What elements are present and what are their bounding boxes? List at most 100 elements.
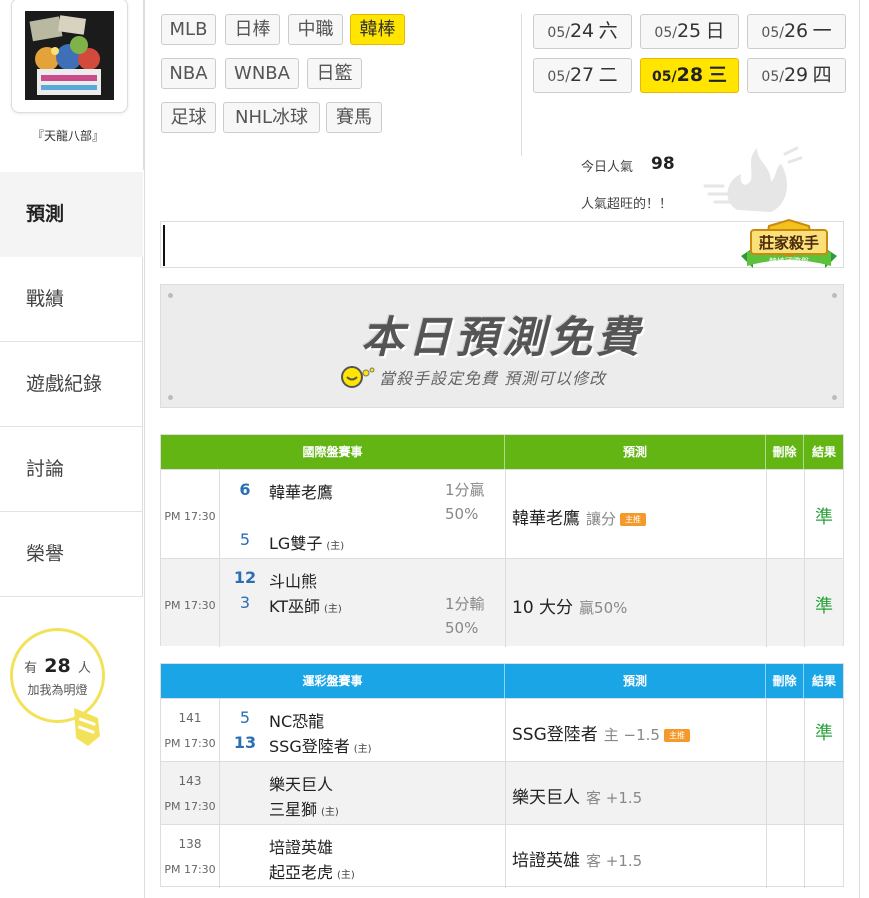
sidebar-item-record[interactable]: 戰績 (0, 257, 143, 342)
sport-tag-mlb[interactable]: MLB (161, 14, 216, 45)
table-row: PM 17:30 6 韓華老鷹 5 LG雙子 (主) 1分贏 50% 韓華老鷹 讓分… (161, 469, 843, 559)
date-button[interactable]: 05/27 二 (533, 58, 632, 93)
avatar-frame[interactable] (11, 0, 128, 113)
away-score: 5 (239, 708, 251, 727)
follow-light-label: 加我為明燈 (27, 683, 88, 697)
game-time: PM 17:30 (164, 863, 216, 876)
sport-tag-horse[interactable]: 賽馬 (326, 102, 382, 133)
light-count: 28 (44, 655, 71, 677)
header-event: 國際盤賽事 (161, 435, 505, 469)
away-team: 培證英雄 (269, 838, 334, 857)
sport-tag-jbl[interactable]: 日籃 (307, 58, 362, 89)
table-header: 運彩盤賽事 預測 刪除 結果 (161, 664, 843, 698)
rivet (832, 395, 837, 400)
date-button[interactable]: 05/25 日 (640, 14, 739, 49)
home-score: 13 (233, 733, 257, 752)
home-team: SSG登陸者 (主) (269, 737, 372, 756)
date-button[interactable]: 05/29 四 (747, 58, 846, 93)
rivet (168, 293, 173, 298)
divider (521, 14, 522, 156)
home-team: KT巫師 (主) (269, 597, 342, 616)
sidebar: 『天龍八部』 預測 戰績 遊戲紀錄 討論 榮譽 有 28 人 加我為明燈 (0, 0, 144, 898)
away-score: 6 (239, 480, 251, 499)
sport-tag-kbo[interactable]: 韓棒 (350, 14, 405, 45)
main-pick-badge: 主推 (663, 728, 690, 742)
away-team: 韓華老鷹 (269, 483, 334, 502)
profile-panel: 『天龍八部』 (0, 0, 144, 170)
game-time: PM 17:30 (164, 510, 216, 523)
game-time: PM 17:30 (164, 599, 216, 612)
rivet (832, 293, 837, 298)
popularity-status: 人氣超旺的！！ (581, 197, 673, 212)
sidebar-item-discussion[interactable]: 討論 (0, 427, 143, 512)
game-number: 143 (178, 774, 202, 788)
table-row: 138 PM 17:30 培證英雄 起亞老虎 (主) 培證英雄客 +1.5 (161, 824, 843, 888)
date-button[interactable]: 05/24 六 (533, 14, 632, 49)
home-team: 起亞老虎 (主) (269, 863, 355, 882)
header-delete: 刪除 (766, 664, 804, 698)
home-team: LG雙子 (主) (269, 534, 345, 553)
sidebar-item-honor[interactable]: 榮譽 (0, 512, 143, 597)
light-prefix: 有 (24, 661, 38, 676)
result-badge: 準 (815, 596, 833, 617)
result-badge: 準 (815, 723, 833, 744)
free-prediction-banner: 本日預測免費 當殺手設定免費 預測可以修改 (160, 284, 844, 408)
game-number: 138 (178, 837, 202, 851)
speech-bubble-icon (341, 365, 377, 389)
line-result: 1分贏 (445, 481, 485, 499)
table-row: 141 PM 17:30 5 NC恐龍 13 SSG登陸者 (主) SSG登陸者主… (161, 698, 843, 762)
line-percent: 50% (445, 619, 479, 637)
popularity-value: 98 (651, 154, 675, 174)
table-row: 143 PM 17:30 樂天巨人 三星獅 (主) 樂天巨人客 +1.5 (161, 761, 843, 825)
sidebar-item-game-log[interactable]: 遊戲紀錄 (0, 342, 143, 427)
header-result: 結果 (811, 674, 836, 688)
sport-tag-wnba[interactable]: WNBA (225, 58, 299, 89)
line-percent: 50% (445, 505, 479, 523)
text-cursor (163, 225, 165, 266)
line-result: 1分輸 (445, 595, 485, 613)
date-button-selected[interactable]: 05/28 三 (640, 58, 739, 93)
avatar[interactable] (25, 11, 114, 100)
main-panel: MLB 日棒 中職 韓棒 NBA WNBA 日籃 足球 NHL冰球 賽馬 05/… (144, 0, 860, 898)
sidebar-item-predict[interactable]: 預測 (0, 172, 143, 257)
pick: 培證英雄客 +1.5 (512, 851, 643, 871)
sport-tag-cpbl[interactable]: 中職 (288, 14, 343, 45)
away-team: 斗山熊 (269, 572, 318, 591)
bulb-icon (70, 706, 104, 750)
game-number: 141 (178, 711, 202, 725)
home-score: 3 (239, 593, 251, 612)
away-team: 樂天巨人 (269, 775, 334, 794)
sport-tag-nhl[interactable]: NHL冰球 (223, 102, 320, 133)
intl-odds-table: 國際盤賽事 預測 刪除 結果 PM 17:30 6 韓華老鷹 5 LG雙子 (主)… (160, 434, 844, 647)
pick: 韓華老鷹 讓分 主推 (512, 504, 647, 529)
sport-tag-nba[interactable]: NBA (161, 58, 216, 89)
badge-title: 莊家殺手 (759, 234, 819, 252)
game-time: PM 17:30 (164, 737, 216, 750)
header-delete: 刪除 (766, 435, 804, 469)
away-team: NC恐龍 (269, 712, 325, 731)
badge-subtitle: 韓棒國際盤 (769, 256, 809, 266)
home-score: 5 (239, 530, 251, 549)
popularity-flame-icon (701, 140, 811, 220)
free-banner-title: 本日預測免費 (361, 313, 643, 363)
popularity-label: 今日人氣 (581, 160, 634, 175)
rivet (168, 395, 173, 400)
table-row: PM 17:30 12 斗山熊 3 KT巫師 (主) 1分輸 50% 10 大分贏… (161, 558, 843, 647)
user-name[interactable]: 『天龍八部』 (0, 127, 136, 144)
pick: 樂天巨人客 +1.5 (512, 788, 643, 808)
header-event: 運彩盤賽事 (161, 664, 505, 698)
main-pick-badge: 主推 (620, 512, 647, 526)
home-team: 三星獅 (主) (269, 800, 339, 819)
header-pick: 預測 (505, 435, 766, 469)
game-time: PM 17:30 (164, 800, 216, 813)
light-suffix: 人 (77, 661, 91, 676)
sport-tag-soccer[interactable]: 足球 (161, 102, 216, 133)
bookie-killer-badge: 莊家殺手 韓棒國際盤 (739, 218, 839, 276)
sport-tag-npb[interactable]: 日棒 (225, 14, 280, 45)
pick: SSG登陸者主 −1.5 主推 (512, 720, 690, 745)
table-header: 國際盤賽事 預測 刪除 結果 (161, 435, 843, 469)
date-button[interactable]: 05/26 一 (747, 14, 846, 49)
header-pick: 預測 (505, 664, 766, 698)
header-result: 結果 (811, 445, 836, 459)
result-badge: 準 (815, 507, 833, 528)
